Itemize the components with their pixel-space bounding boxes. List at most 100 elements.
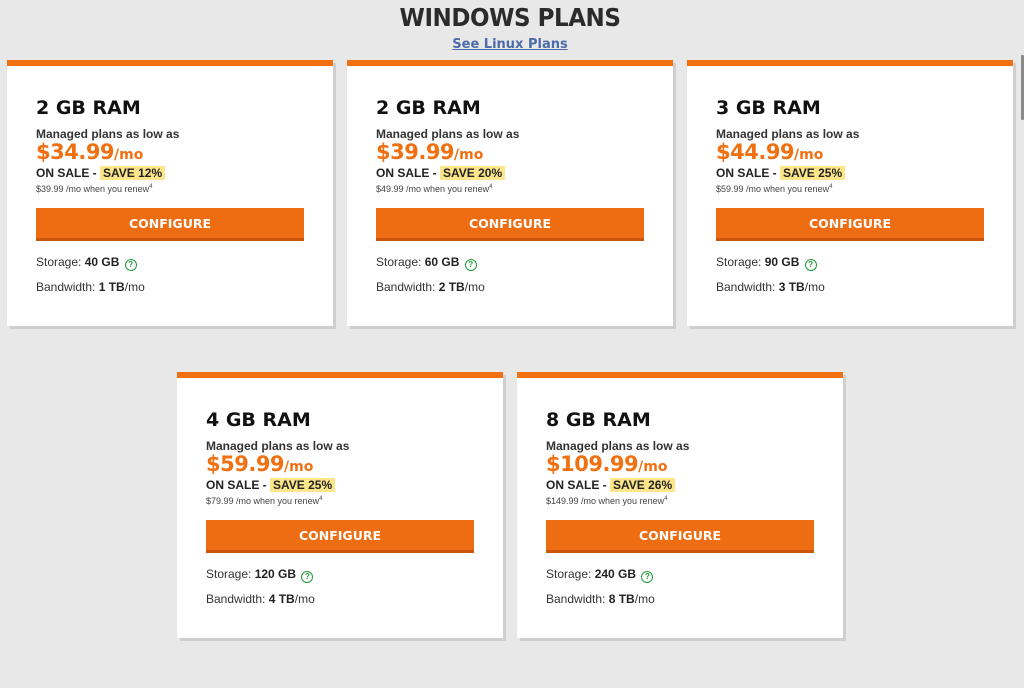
storage-spec: Storage: 90 GB ? [716, 255, 984, 271]
price-period: /mo [114, 147, 144, 163]
sale-line: ON SALE - SAVE 25% [206, 478, 474, 493]
bandwidth-spec: Bandwidth: 3 TB/mo [716, 280, 984, 294]
plan-card: 2 GB RAM Managed plans as low as $39.99/… [347, 60, 673, 326]
plan-price: $39.99/mo [376, 141, 644, 166]
footnote-marker[interactable]: 4 [489, 184, 492, 190]
on-sale-label: ON SALE - [546, 478, 611, 492]
bandwidth-unit: /mo [294, 592, 315, 606]
renew-text: $79.99 /mo when you renew [206, 496, 320, 506]
storage-label: Storage: [206, 567, 255, 581]
storage-spec: Storage: 60 GB ? [376, 255, 644, 271]
bandwidth-value: 8 TB [608, 592, 635, 606]
bandwidth-label: Bandwidth: [716, 280, 779, 294]
bandwidth-unit: /mo [634, 592, 655, 606]
managed-label: Managed plans as low as [716, 127, 860, 141]
bandwidth-label: Bandwidth: [36, 280, 99, 294]
bandwidth-spec: Bandwidth: 8 TB/mo [546, 592, 814, 606]
price-period: /mo [638, 459, 668, 475]
plan-card: 8 GB RAM Managed plans as low as $109.99… [517, 372, 843, 638]
plan-ram: 2 GB RAM [36, 97, 141, 119]
price-value: $109.99 [546, 452, 639, 476]
renew-text: $149.99 /mo when you renew [546, 496, 665, 506]
bandwidth-spec: Bandwidth: 1 TB/mo [36, 280, 304, 294]
storage-label: Storage: [36, 255, 85, 269]
page-title: WINDOWS PLANS [399, 3, 621, 32]
storage-label: Storage: [376, 255, 425, 269]
configure-button[interactable]: CONFIGURE [546, 520, 814, 553]
sale-line: ON SALE - SAVE 20% [376, 166, 644, 181]
footnote-marker[interactable]: 4 [319, 496, 322, 502]
renew-price: $59.99 /mo when you renew4 [716, 181, 984, 195]
plan-card: 4 GB RAM Managed plans as low as $59.99/… [177, 372, 503, 638]
bandwidth-value: 4 TB [268, 592, 295, 606]
bandwidth-spec: Bandwidth: 2 TB/mo [376, 280, 644, 294]
sale-line: ON SALE - SAVE 12% [36, 166, 304, 181]
bandwidth-value: 1 TB [98, 280, 125, 294]
renew-text: $59.99 /mo when you renew [716, 184, 830, 194]
on-sale-label: ON SALE - [376, 166, 441, 180]
storage-value: 90 GB [764, 255, 800, 269]
help-icon[interactable]: ? [464, 259, 477, 271]
renew-price: $149.99 /mo when you renew4 [546, 493, 814, 507]
managed-label: Managed plans as low as [206, 439, 350, 453]
configure-button[interactable]: CONFIGURE [376, 208, 644, 241]
configure-button[interactable]: CONFIGURE [716, 208, 984, 241]
save-badge: SAVE 20% [440, 166, 506, 180]
storage-spec: Storage: 240 GB ? [546, 567, 814, 583]
configure-button[interactable]: CONFIGURE [36, 208, 304, 241]
renew-text: $39.99 /mo when you renew [36, 184, 150, 194]
managed-label: Managed plans as low as [546, 439, 690, 453]
footnote-marker[interactable]: 4 [149, 184, 152, 190]
bandwidth-unit: /mo [124, 280, 145, 294]
renew-price: $39.99 /mo when you renew4 [36, 181, 304, 195]
footnote-marker[interactable]: 4 [664, 496, 667, 502]
price-value: $39.99 [376, 140, 455, 164]
bandwidth-value: 3 TB [778, 280, 805, 294]
save-badge: SAVE 25% [270, 478, 336, 492]
help-icon[interactable]: ? [124, 259, 137, 271]
bandwidth-label: Bandwidth: [206, 592, 269, 606]
plan-price: $34.99/mo [36, 141, 304, 166]
see-linux-plans-link[interactable]: See Linux Plans [452, 37, 567, 52]
configure-button[interactable]: CONFIGURE [206, 520, 474, 553]
price-period: /mo [284, 459, 314, 475]
plan-card: 2 GB RAM Managed plans as low as $34.99/… [7, 60, 333, 326]
save-badge: SAVE 12% [100, 166, 166, 180]
storage-spec: Storage: 40 GB ? [36, 255, 304, 271]
help-icon[interactable]: ? [804, 259, 817, 271]
price-period: /mo [454, 147, 484, 163]
on-sale-label: ON SALE - [206, 478, 271, 492]
renew-price: $79.99 /mo when you renew4 [206, 493, 474, 507]
plan-card: 3 GB RAM Managed plans as low as $44.99/… [687, 60, 1013, 326]
storage-spec: Storage: 120 GB ? [206, 567, 474, 583]
bandwidth-unit: /mo [464, 280, 485, 294]
plan-price: $59.99/mo [206, 453, 474, 478]
renew-price: $49.99 /mo when you renew4 [376, 181, 644, 195]
plan-price: $109.99/mo [546, 453, 814, 478]
sale-line: ON SALE - SAVE 25% [716, 166, 984, 181]
save-badge: SAVE 25% [780, 166, 846, 180]
see-linux-plans-link-wrap: See Linux Plans [0, 37, 1020, 52]
price-value: $59.99 [206, 452, 285, 476]
price-value: $34.99 [36, 140, 115, 164]
bandwidth-unit: /mo [804, 280, 825, 294]
managed-label: Managed plans as low as [36, 127, 180, 141]
price-value: $44.99 [716, 140, 795, 164]
help-icon[interactable]: ? [641, 571, 654, 583]
save-badge: SAVE 26% [610, 478, 676, 492]
storage-label: Storage: [546, 567, 595, 581]
managed-label: Managed plans as low as [376, 127, 520, 141]
help-icon[interactable]: ? [301, 571, 314, 583]
plan-ram: 2 GB RAM [376, 97, 481, 119]
footnote-marker[interactable]: 4 [829, 184, 832, 190]
price-period: /mo [794, 147, 824, 163]
bandwidth-label: Bandwidth: [546, 592, 609, 606]
storage-value: 120 GB [254, 567, 297, 581]
plan-ram: 8 GB RAM [546, 409, 651, 431]
storage-value: 60 GB [424, 255, 460, 269]
storage-value: 40 GB [84, 255, 120, 269]
bandwidth-label: Bandwidth: [376, 280, 439, 294]
plan-ram: 3 GB RAM [716, 97, 821, 119]
sale-line: ON SALE - SAVE 26% [546, 478, 814, 493]
on-sale-label: ON SALE - [36, 166, 101, 180]
